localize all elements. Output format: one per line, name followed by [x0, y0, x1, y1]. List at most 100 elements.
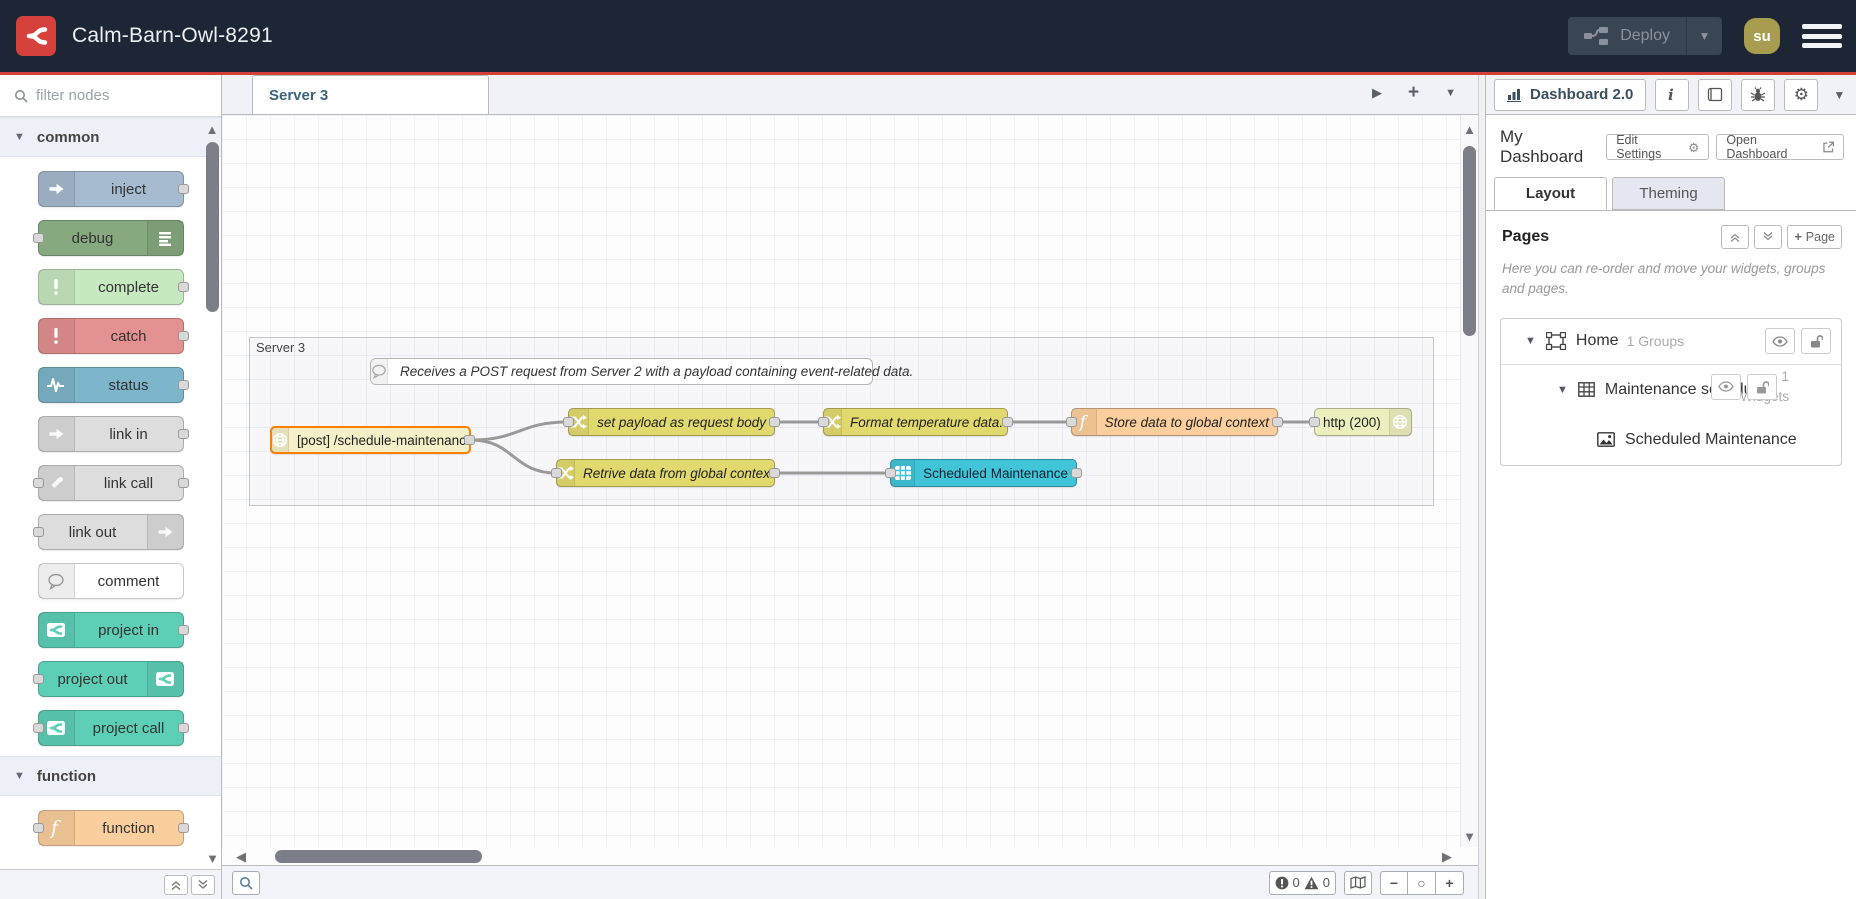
expand-all-button[interactable]	[191, 874, 215, 895]
palette-node-complete[interactable]: complete	[37, 269, 189, 305]
visibility-button[interactable]	[1711, 373, 1741, 400]
palette-node-inject[interactable]: inject	[37, 171, 189, 207]
flow-canvas[interactable]: Server 3 Receives a POST request from Se…	[222, 115, 1478, 847]
scroll-left-icon[interactable]: ◀	[236, 850, 246, 863]
zoom-out-button[interactable]: −	[1380, 870, 1408, 895]
scroll-down-icon[interactable]: ▼	[1463, 830, 1476, 843]
output-port[interactable]	[177, 331, 189, 341]
palette-node-project-call[interactable]: project call	[32, 710, 189, 746]
scroll-down-icon[interactable]: ▼	[206, 852, 219, 865]
notifications-status[interactable]: 0 0	[1268, 870, 1336, 895]
info-tab-button[interactable]: i	[1655, 78, 1690, 111]
tab-theming[interactable]: Theming	[1612, 177, 1725, 210]
input-port[interactable]	[1066, 417, 1077, 427]
output-port[interactable]	[177, 380, 189, 390]
output-port[interactable]	[177, 478, 189, 488]
palette-node-project-in[interactable]: project in	[37, 612, 189, 648]
collapse-all-button[interactable]	[164, 874, 188, 895]
palette-node-project-out[interactable]: project out	[32, 661, 184, 697]
open-dashboard-button[interactable]: Open Dashboard	[1716, 133, 1844, 161]
unlock-button[interactable]	[1801, 328, 1831, 354]
palette-scrollbar-thumb[interactable]	[205, 142, 219, 312]
palette-scrollbar[interactable]: ▲	[205, 123, 219, 383]
palette-node-catch[interactable]: catch	[37, 318, 189, 354]
flow-list-button[interactable]: ▼	[1445, 87, 1456, 99]
flow-node-change-set-payload[interactable]: set payload as request body	[563, 408, 780, 436]
scroll-up-icon[interactable]: ▲	[206, 123, 219, 136]
input-port[interactable]	[1309, 417, 1320, 427]
palette-node-function[interactable]: f function	[32, 810, 189, 846]
flow-node-http-response[interactable]: http (200)	[1309, 408, 1412, 436]
input-port[interactable]	[32, 723, 44, 733]
add-flow-button[interactable]: +	[1408, 82, 1419, 104]
input-port[interactable]	[551, 468, 562, 478]
help-tab-button[interactable]	[1698, 78, 1733, 111]
output-port[interactable]	[177, 184, 189, 194]
sidebar-divider[interactable]	[1478, 75, 1486, 899]
flow-node-change-format-temperature[interactable]: Format temperature data.	[818, 408, 1013, 436]
palette-node-link-call[interactable]: link call	[32, 465, 189, 501]
tree-row-widget-scheduled-maintenance[interactable]: Scheduled Maintenance	[1501, 415, 1841, 465]
output-port[interactable]	[1071, 468, 1082, 478]
chevron-down-icon[interactable]: ▼	[1525, 335, 1536, 347]
visibility-button[interactable]	[1765, 328, 1795, 354]
flow-node-function-store-data[interactable]: f Store data to global context	[1066, 408, 1283, 436]
tab-server-3[interactable]: Server 3	[252, 75, 489, 114]
palette-node-status[interactable]: status	[37, 367, 189, 403]
palette-scroll-area[interactable]: ▼ common inject debug complete catch sta…	[0, 117, 221, 869]
zoom-in-button[interactable]: +	[1436, 870, 1464, 895]
sidebar-menu-caret[interactable]: ▼	[1833, 88, 1845, 102]
input-port[interactable]	[32, 823, 44, 833]
output-port[interactable]	[177, 429, 189, 439]
output-port[interactable]	[464, 435, 475, 445]
tab-layout[interactable]: Layout	[1494, 177, 1607, 210]
output-port[interactable]	[177, 823, 189, 833]
palette-category-function[interactable]: ▼ function	[0, 756, 221, 796]
input-port[interactable]	[32, 478, 44, 488]
palette-node-debug[interactable]: debug	[32, 220, 184, 256]
canvas-vscroll-thumb[interactable]	[1463, 146, 1476, 336]
user-avatar[interactable]: su	[1744, 18, 1780, 54]
input-port[interactable]	[32, 674, 44, 684]
output-port[interactable]	[177, 625, 189, 635]
input-port[interactable]	[563, 417, 574, 427]
input-port[interactable]	[818, 417, 829, 427]
palette-node-comment[interactable]: comment	[37, 563, 184, 599]
flow-node-http-in[interactable]: [post] /schedule-maintenance	[270, 426, 475, 454]
flow-node-ui-table[interactable]: Scheduled Maintenance	[885, 459, 1082, 487]
canvas-horizontal-scrollbar[interactable]: ◀ ▶	[222, 847, 1478, 865]
flow-node-comment[interactable]: Receives a POST request from Server 2 wi…	[370, 358, 913, 385]
canvas-vertical-scrollbar[interactable]: ▲ ▼	[1460, 115, 1478, 847]
navigator-toggle-button[interactable]	[1344, 870, 1372, 895]
zoom-reset-button[interactable]: ○	[1408, 870, 1436, 895]
config-tab-button[interactable]: ⚙	[1784, 78, 1819, 111]
scroll-right-icon[interactable]: ▶	[1442, 850, 1452, 863]
deploy-caret-button[interactable]: ▼	[1686, 17, 1722, 55]
add-page-button[interactable]: + Page	[1787, 225, 1842, 249]
chevron-down-icon[interactable]: ▼	[1557, 384, 1568, 396]
tree-row-page-home[interactable]: ▼ Home 1 Groups	[1501, 319, 1841, 365]
tab-dashboard-2[interactable]: Dashboard 2.0	[1494, 78, 1647, 111]
flow-node-change-retrive-data[interactable]: Retrive data from global context	[551, 459, 780, 487]
debug-tab-button[interactable]	[1741, 78, 1776, 111]
output-port[interactable]	[1002, 417, 1013, 427]
output-port[interactable]	[769, 468, 780, 478]
palette-node-link-in[interactable]: link in	[37, 416, 189, 452]
output-port[interactable]	[769, 417, 780, 427]
move-up-button[interactable]	[1721, 225, 1750, 249]
palette-filter[interactable]: filter nodes	[0, 75, 221, 117]
palette-category-common[interactable]: ▼ common	[0, 117, 221, 157]
scroll-up-icon[interactable]: ▲	[1463, 123, 1476, 136]
deploy-button[interactable]: Deploy ▼	[1568, 17, 1722, 55]
main-menu-button[interactable]	[1802, 21, 1842, 51]
palette-node-link-out[interactable]: link out	[32, 514, 184, 550]
edit-settings-button[interactable]: Edit Settings ⚙	[1606, 133, 1710, 161]
input-port[interactable]	[32, 233, 44, 243]
input-port[interactable]	[32, 527, 44, 537]
output-port[interactable]	[177, 282, 189, 292]
output-port[interactable]	[177, 723, 189, 733]
canvas-hscroll-thumb[interactable]	[275, 849, 482, 863]
output-port[interactable]	[1272, 417, 1283, 427]
unlock-button[interactable]	[1747, 373, 1777, 400]
tab-scroll-right-button[interactable]: ▶	[1372, 85, 1382, 101]
